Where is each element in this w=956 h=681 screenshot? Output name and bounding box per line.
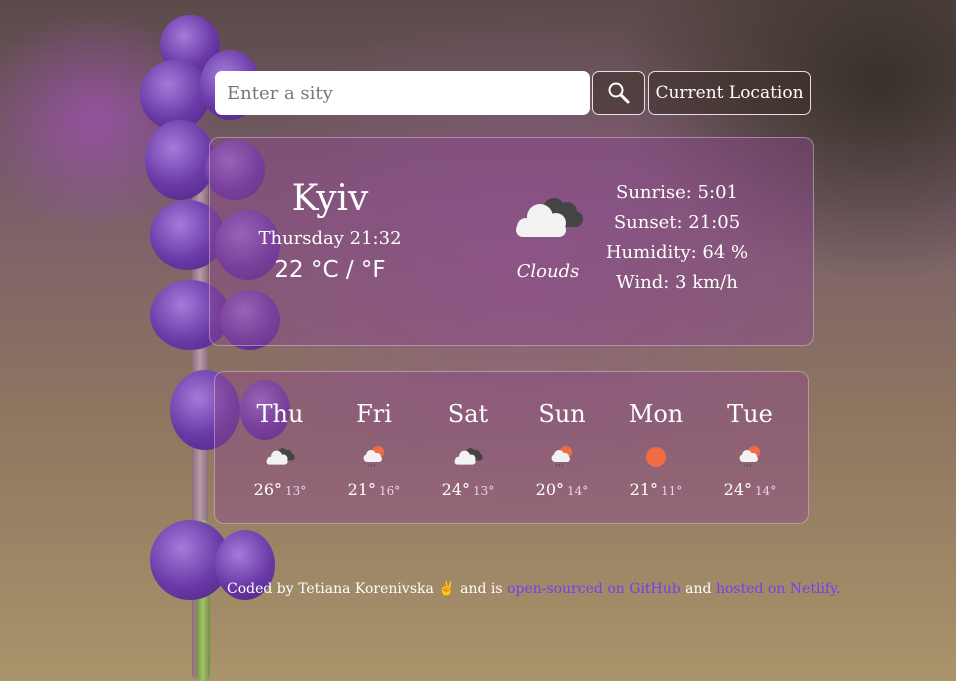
rain-sun-icon (703, 442, 797, 472)
sunset: Sunset: 21:05 (613, 212, 741, 233)
github-link[interactable]: open-sourced on GitHub (507, 581, 681, 597)
city-search-input[interactable] (215, 71, 590, 115)
forecast-min-temp: 16° (379, 484, 401, 498)
condition-block: Clouds (510, 193, 586, 282)
forecast-min-temp: 14° (755, 484, 777, 498)
forecast-min-temp: 13° (285, 484, 307, 498)
celsius-link[interactable]: °C (311, 257, 339, 283)
forecast-day-name: Thu (256, 400, 304, 428)
humidity: Humidity: 64 % (605, 242, 749, 263)
footer-text-and: and (680, 581, 716, 597)
forecast-temps: 21° 16° (327, 480, 421, 499)
temperature-value: 22 (274, 257, 304, 283)
forecast-day: Sun 20° 14° (515, 400, 609, 499)
forecast-min-temp: 13° (473, 484, 495, 498)
forecast-temps: 24° 13° (421, 480, 515, 499)
clouds-icon (421, 442, 515, 472)
sun-icon (609, 442, 703, 472)
weather-details: Sunrise: 5:01 Sunset: 21:05 Humidity: 64… (602, 178, 752, 298)
unit-separator: / (345, 257, 354, 283)
city-name: Kyiv (291, 178, 369, 219)
sunrise: Sunrise: 5:01 (616, 182, 738, 203)
footer-text: Coded by Tetiana Korenivska ✌ and is (227, 581, 508, 597)
forecast-day: Tue 24° 14° (703, 400, 797, 499)
rain-sun-icon (327, 442, 421, 472)
forecast-day-name: Mon (628, 400, 684, 428)
forecast-max-temp: 21° (347, 480, 377, 499)
forecast-day: Sat 24° 13° (421, 400, 515, 499)
current-datetime: Thursday 21:32 (258, 228, 402, 249)
forecast-day: Mon 21° 11° (609, 400, 703, 499)
forecast-max-temp: 20° (535, 480, 565, 499)
forecast-temps: 20° 14° (515, 480, 609, 499)
temperature-row: 22 °C / °F (250, 257, 410, 283)
footer: Coded by Tetiana Korenivska ✌ and is ope… (227, 581, 841, 597)
netlify-link[interactable]: hosted on Netlify. (716, 581, 841, 597)
condition-description: Clouds (516, 261, 580, 282)
forecast-card: Thu 26° 13° Fri 21° 16° Sat 24° 13° Sun 20° 14° Mon 2… (214, 371, 809, 524)
rain-sun-icon (515, 442, 609, 472)
clouds-icon (516, 198, 583, 237)
forecast-temps: 21° 11° (609, 480, 703, 499)
clouds-icon (233, 442, 327, 472)
forecast-temps: 26° 13° (233, 480, 327, 499)
magnifier-icon (608, 82, 629, 104)
forecast-temps: 24° 14° (703, 480, 797, 499)
forecast-day: Fri 21° 16° (327, 400, 421, 499)
city-block: Kyiv Thursday 21:32 22 °C / °F (250, 176, 410, 283)
forecast-min-temp: 11° (661, 484, 683, 498)
app-container: Current Location Kyiv Thursday 21:32 22 … (0, 0, 956, 681)
forecast-max-temp: 21° (629, 480, 659, 499)
current-weather-card: Kyiv Thursday 21:32 22 °C / °F Clouds Su… (209, 137, 814, 346)
forecast-max-temp: 24° (723, 480, 753, 499)
forecast-day-name: Fri (356, 400, 392, 428)
forecast-day-name: Tue (727, 400, 773, 428)
forecast-day: Thu 26° 13° (233, 400, 327, 499)
forecast-days: Thu 26° 13° Fri 21° 16° Sat 24° 13° Sun 20° 14° Mon 2… (233, 400, 797, 499)
forecast-max-temp: 24° (441, 480, 471, 499)
wind: Wind: 3 km/h (616, 272, 738, 293)
forecast-max-temp: 26° (253, 480, 283, 499)
forecast-min-temp: 14° (567, 484, 589, 498)
search-button[interactable] (592, 71, 645, 115)
search-form: Current Location (215, 71, 811, 115)
forecast-day-name: Sat (447, 400, 489, 428)
current-location-button[interactable]: Current Location (648, 71, 811, 115)
forecast-day-name: Sun (538, 400, 586, 428)
fahrenheit-link[interactable]: °F (361, 257, 386, 283)
